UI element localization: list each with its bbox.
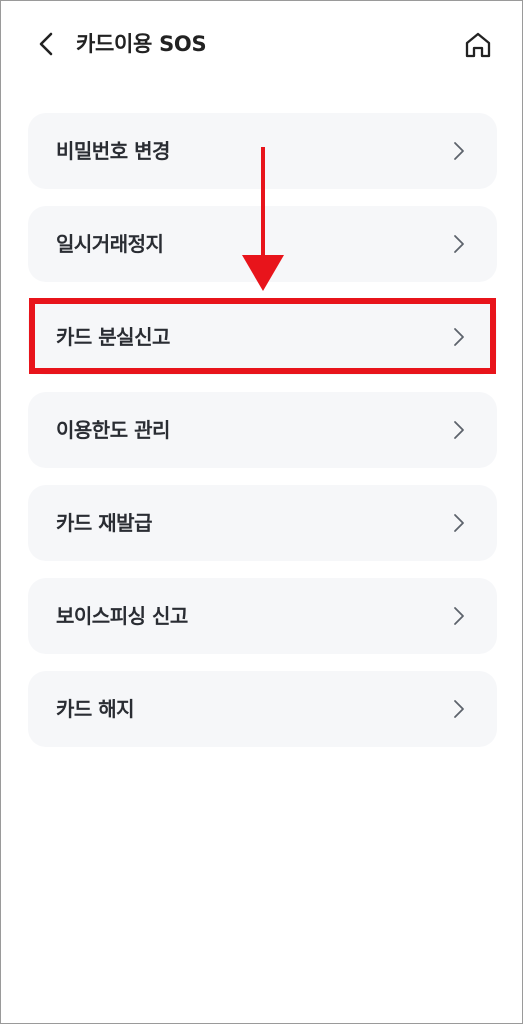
menu-item-label: 카드 재발급 (56, 511, 152, 535)
home-button[interactable] (461, 29, 495, 61)
menu-item-label: 비밀번호 변경 (56, 139, 170, 163)
menu-item-password-change[interactable]: 비밀번호 변경 (28, 113, 497, 189)
chevron-left-icon (39, 32, 53, 56)
menu-item-card-reissue[interactable]: 카드 재발급 (28, 485, 497, 561)
chevron-right-icon (454, 700, 464, 718)
chevron-right-icon (454, 235, 464, 253)
menu-item-label: 이용한도 관리 (56, 418, 170, 442)
screen-frame: 카드이용 SOS 비밀번호 변경 일시거래정지 카드 분실신고 이용한도 관리 … (0, 0, 523, 1024)
menu-item-card-loss-report[interactable]: 카드 분실신고 (28, 299, 497, 375)
chevron-right-icon (454, 421, 464, 439)
chevron-right-icon (454, 607, 464, 625)
back-button[interactable] (31, 27, 61, 61)
menu-item-label: 보이스피싱 신고 (56, 604, 188, 628)
chevron-right-icon (454, 328, 464, 346)
chevron-right-icon (454, 142, 464, 160)
page-title: 카드이용 SOS (76, 32, 207, 56)
chevron-right-icon (454, 514, 464, 532)
menu-item-label: 일시거래정지 (56, 232, 164, 256)
app-header: 카드이용 SOS (1, 1, 522, 89)
menu-item-temporary-suspension[interactable]: 일시거래정지 (28, 206, 497, 282)
home-icon (465, 32, 491, 58)
sos-menu-list: 비밀번호 변경 일시거래정지 카드 분실신고 이용한도 관리 카드 재발급 보이… (28, 113, 497, 764)
menu-item-label: 카드 분실신고 (56, 325, 170, 349)
menu-item-limit-management[interactable]: 이용한도 관리 (28, 392, 497, 468)
menu-item-label: 카드 해지 (56, 697, 135, 721)
menu-item-card-cancellation[interactable]: 카드 해지 (28, 671, 497, 747)
menu-item-voice-phishing-report[interactable]: 보이스피싱 신고 (28, 578, 497, 654)
